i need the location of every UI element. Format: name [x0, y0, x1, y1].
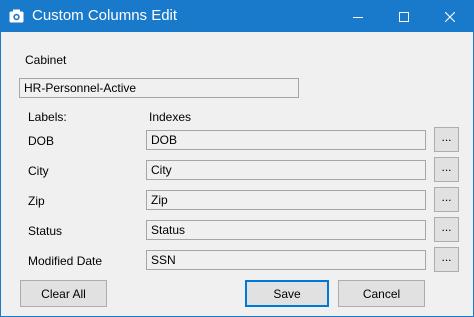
save-label: Save [273, 286, 301, 301]
cancel-button[interactable]: Cancel [338, 280, 425, 307]
save-button[interactable]: Save [245, 280, 329, 307]
row-label: DOB [28, 134, 55, 148]
window-title: Custom Columns Edit [32, 7, 178, 24]
cancel-label: Cancel [362, 286, 401, 301]
maximize-button[interactable] [381, 1, 427, 32]
index-field-city[interactable]: City [146, 160, 426, 180]
title-bar[interactable]: Custom Columns Edit [1, 1, 473, 32]
minimize-icon [353, 16, 363, 18]
row-label: City [28, 164, 49, 178]
camera-icon [9, 9, 24, 23]
indexes-header: Indexes [149, 110, 192, 124]
browse-button[interactable]: ... [434, 187, 459, 212]
row-label: Zip [28, 194, 45, 208]
index-field-status[interactable]: Status [146, 220, 426, 240]
index-field-zip[interactable]: Zip [146, 190, 426, 210]
index-field-dob[interactable]: DOB [146, 130, 426, 150]
row-label: Status [28, 224, 63, 238]
custom-columns-dialog: Custom Columns Edit Cabinet HR-Personnel… [0, 0, 474, 317]
clear-all-button[interactable]: Clear All [20, 280, 107, 307]
index-field-modified-date[interactable]: SSN [146, 250, 426, 270]
row-label: Modified Date [28, 254, 103, 268]
cabinet-label: Cabinet [25, 53, 67, 67]
labels-header: Labels: [28, 110, 67, 124]
browse-button[interactable]: ... [434, 247, 459, 272]
browse-button[interactable]: ... [434, 127, 459, 152]
close-button[interactable] [427, 1, 473, 32]
browse-button[interactable]: ... [434, 217, 459, 242]
clear-all-label: Clear All [41, 286, 86, 301]
browse-button[interactable]: ... [434, 157, 459, 182]
cabinet-field[interactable]: HR-Personnel-Active [19, 78, 299, 98]
maximize-icon [399, 11, 409, 22]
close-icon [445, 11, 455, 22]
minimize-button[interactable] [335, 1, 381, 32]
